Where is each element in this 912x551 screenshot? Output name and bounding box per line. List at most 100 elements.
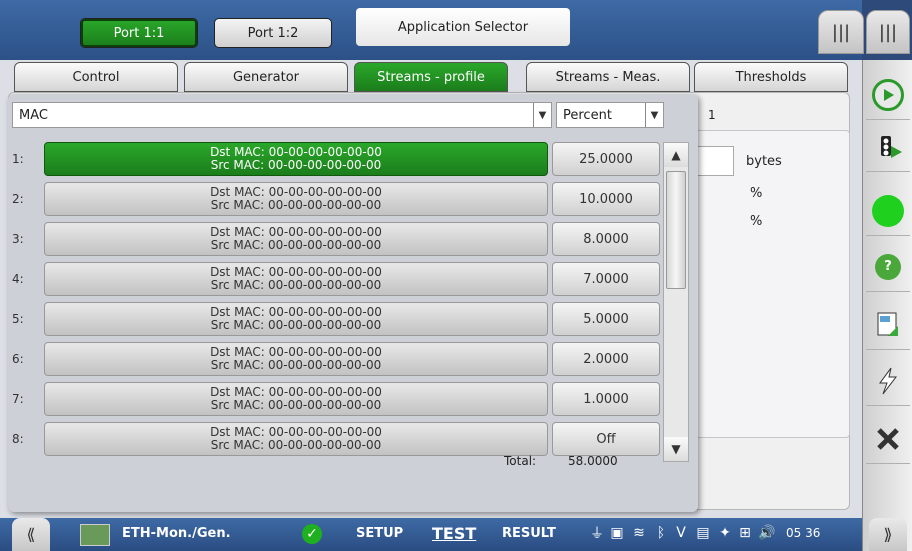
mac-select[interactable]: MAC ▼ xyxy=(12,102,552,128)
port-1-1-tab[interactable]: Port 1:1 xyxy=(80,18,198,48)
power-plug-icon: ⏚ xyxy=(590,526,604,542)
test-button[interactable]: TEST xyxy=(432,524,476,543)
src-mac: Src MAC: 00-00-00-00-00-00 xyxy=(210,278,382,292)
percent-value-button[interactable]: 8.0000 xyxy=(552,222,660,256)
report-icon xyxy=(877,312,898,336)
event-button[interactable] xyxy=(866,356,910,406)
bluetooth-icon: ᛒ xyxy=(656,525,666,541)
application-selector-button[interactable]: Application Selector xyxy=(356,8,570,46)
bytes-unit-label: bytes xyxy=(746,154,782,169)
speaker-icon: 🔊 xyxy=(758,525,776,541)
tab-control[interactable]: Control xyxy=(14,62,178,92)
right-sidebar: ||| ? ⟫ xyxy=(862,10,912,551)
percent-value-button[interactable]: 1.0000 xyxy=(552,382,660,416)
list-item: 2: Dst MAC: 00-00-00-00-00-00 Src MAC: 0… xyxy=(8,182,668,218)
wifi-icon: ≋ xyxy=(633,525,645,541)
background-settings-panel xyxy=(690,130,850,438)
screen-icon: ▣ xyxy=(610,525,624,541)
mac-address-button[interactable]: Dst MAC: 00-00-00-00-00-00 Src MAC: 00-0… xyxy=(44,222,548,256)
row-number: 1: xyxy=(12,152,24,166)
tab-bar: Control Generator Streams - profile Stre… xyxy=(8,60,854,96)
row-number: 5: xyxy=(12,312,24,326)
mac-address-button[interactable]: Dst MAC: 00-00-00-00-00-00 Src MAC: 00-0… xyxy=(44,382,548,416)
row-number: 7: xyxy=(12,392,24,406)
mac-address-button[interactable]: Dst MAC: 00-00-00-00-00-00 Src MAC: 00-0… xyxy=(44,142,548,176)
percent-value-button[interactable]: 7.0000 xyxy=(552,262,660,296)
traffic-start-button[interactable] xyxy=(866,122,910,172)
percent-unit-label: % xyxy=(750,214,763,229)
chevron-down-icon[interactable]: ▼ xyxy=(645,103,663,127)
terminal-icon: ▤ xyxy=(696,525,710,541)
src-mac: Src MAC: 00-00-00-00-00-00 xyxy=(210,158,382,172)
src-mac: Src MAC: 00-00-00-00-00-00 xyxy=(210,358,382,372)
total-value: 58.0000 xyxy=(568,454,618,468)
percent-value-button[interactable]: Off xyxy=(552,422,660,456)
satellite-icon: ✦ xyxy=(719,525,731,541)
src-mac: Src MAC: 00-00-00-00-00-00 xyxy=(210,438,382,452)
list-scrollbar[interactable]: ▲ ▼ xyxy=(663,142,689,462)
clock: 05 36 xyxy=(786,526,821,540)
help-button[interactable]: ? xyxy=(866,242,910,292)
mac-select-value: MAC xyxy=(19,107,48,123)
check-icon: ✓ xyxy=(302,524,322,544)
unit-select[interactable]: Percent ▼ xyxy=(556,102,664,128)
traffic-light-icon xyxy=(881,135,902,158)
src-mac: Src MAC: 00-00-00-00-00-00 xyxy=(210,318,382,332)
list-item: 7: Dst MAC: 00-00-00-00-00-00 Src MAC: 0… xyxy=(8,382,668,418)
list-item: 1: Dst MAC: 00-00-00-00-00-00 Src MAC: 0… xyxy=(8,142,668,178)
row-number: 8: xyxy=(12,432,24,446)
tab-streams-meas[interactable]: Streams - Meas. xyxy=(526,62,690,92)
top-bar: Port 1:1 Port 1:2 Application Selector |… xyxy=(0,0,864,60)
percent-unit-label: % xyxy=(750,186,763,201)
stream-profile-list: MAC ▼ Percent ▼ 1 1: Dst MAC: 00-00-00-0… xyxy=(8,94,716,512)
status-led-icon xyxy=(872,194,904,227)
tab-generator[interactable]: Generator xyxy=(184,62,348,92)
scroll-up-icon[interactable]: ▲ xyxy=(664,143,688,167)
lightning-icon xyxy=(879,367,898,394)
list-item: 5: Dst MAC: 00-00-00-00-00-00 Src MAC: 0… xyxy=(8,302,668,338)
result-button[interactable]: RESULT xyxy=(502,526,556,541)
port-1-2-tab[interactable]: Port 1:2 xyxy=(214,18,332,48)
list-item: 8: Dst MAC: 00-00-00-00-00-00 Src MAC: 0… xyxy=(8,422,668,458)
status-bar: ⟪ ETH-Mon./Gen. ✓ SETUP TEST RESULT ⏚ ▣ … xyxy=(0,518,862,551)
mac-address-button[interactable]: Dst MAC: 00-00-00-00-00-00 Src MAC: 00-0… xyxy=(44,302,548,336)
tab-streams-profile[interactable]: Streams - profile xyxy=(354,62,508,92)
close-icon xyxy=(877,427,899,450)
v-icon: V xyxy=(676,525,686,541)
play-icon xyxy=(872,78,904,111)
list-item: 6: Dst MAC: 00-00-00-00-00-00 Src MAC: 0… xyxy=(8,342,668,378)
mac-address-button[interactable]: Dst MAC: 00-00-00-00-00-00 Src MAC: 00-0… xyxy=(44,182,548,216)
stream-count: 1 xyxy=(708,108,716,122)
mac-address-button[interactable]: Dst MAC: 00-00-00-00-00-00 Src MAC: 00-0… xyxy=(44,342,548,376)
chevron-right-icon[interactable]: ⟫ xyxy=(869,518,907,551)
chevron-down-icon[interactable]: ▼ xyxy=(533,103,551,127)
scrollbar-thumb[interactable] xyxy=(666,171,686,289)
network-icon: ⊞ xyxy=(739,525,751,541)
chevron-left-icon[interactable]: ⟪ xyxy=(12,518,50,551)
row-number: 6: xyxy=(12,352,24,366)
percent-value-button[interactable]: 25.0000 xyxy=(552,142,660,176)
percent-value-button[interactable]: 2.0000 xyxy=(552,342,660,376)
src-mac: Src MAC: 00-00-00-00-00-00 xyxy=(210,398,382,412)
start-test-button[interactable] xyxy=(866,70,910,120)
row-number: 4: xyxy=(12,272,24,286)
list-item: 3: Dst MAC: 00-00-00-00-00-00 Src MAC: 0… xyxy=(8,222,668,258)
percent-value-button[interactable]: 10.0000 xyxy=(552,182,660,216)
mac-address-button[interactable]: Dst MAC: 00-00-00-00-00-00 Src MAC: 00-0… xyxy=(44,422,548,456)
status-led-button[interactable] xyxy=(866,186,910,236)
scroll-down-icon[interactable]: ▼ xyxy=(664,437,688,461)
setup-button[interactable]: SETUP xyxy=(356,526,403,541)
mac-address-button[interactable]: Dst MAC: 00-00-00-00-00-00 Src MAC: 00-0… xyxy=(44,262,548,296)
total-label: Total: xyxy=(504,454,537,468)
src-mac: Src MAC: 00-00-00-00-00-00 xyxy=(210,198,382,212)
main-area: Control Generator Streams - profile Stre… xyxy=(0,60,862,518)
close-button[interactable] xyxy=(866,414,910,464)
unit-select-value: Percent xyxy=(563,107,612,123)
row-number: 2: xyxy=(12,192,24,206)
tab-thresholds[interactable]: Thresholds xyxy=(694,62,848,92)
row-number: 3: xyxy=(12,232,24,246)
report-button[interactable] xyxy=(866,300,910,350)
percent-value-button[interactable]: 5.0000 xyxy=(552,302,660,336)
menu-handle-icon[interactable]: ||| xyxy=(818,10,864,54)
sidebar-handle-icon[interactable]: ||| xyxy=(866,10,910,54)
